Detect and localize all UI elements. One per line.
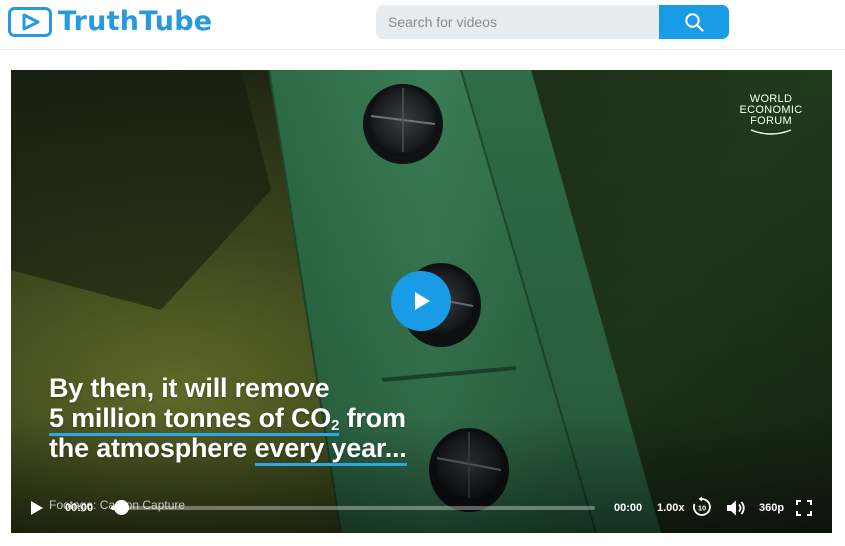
- caption-highlight: every year...: [254, 433, 407, 466]
- rewind-10-button[interactable]: 10: [691, 496, 713, 518]
- player-controls: 00:00 00:00 1.00x 10 360p: [11, 490, 832, 526]
- fullscreen-icon: [796, 500, 812, 516]
- quality-selector[interactable]: 360p: [759, 502, 784, 514]
- duration: 00:00: [614, 502, 643, 514]
- play-square-icon: [8, 7, 52, 37]
- watermark-line: FORUM: [750, 115, 792, 127]
- caption-line-2: 5 million tonnes of CO2 from: [49, 403, 406, 436]
- volume-button[interactable]: [725, 497, 747, 519]
- volume-icon: [727, 500, 745, 516]
- progress-bar[interactable]: [111, 500, 595, 515]
- caption-highlight: 5 million tonnes of CO2: [49, 403, 340, 436]
- logo-text: TruthTube: [58, 6, 213, 37]
- play-icon: [415, 292, 430, 310]
- search-input[interactable]: [376, 5, 659, 39]
- search-icon: [685, 13, 704, 32]
- caption-line-3: the atmosphere every year...: [49, 433, 407, 466]
- search-bar: [376, 5, 729, 39]
- video-caption: By then, it will remove 5 million tonnes…: [49, 373, 407, 466]
- fullscreen-button[interactable]: [794, 498, 814, 518]
- play-icon: [31, 501, 43, 515]
- svg-text:10: 10: [698, 504, 706, 513]
- wef-arc-icon: [750, 129, 792, 135]
- progress-thumb[interactable]: [113, 500, 129, 515]
- big-play-button[interactable]: [391, 271, 451, 331]
- search-button[interactable]: [659, 5, 729, 39]
- top-header: TruthTube: [0, 0, 845, 50]
- video-player[interactable]: WORLD ECONOMIC FORUM By then, it will re…: [11, 70, 832, 533]
- rewind-10-icon: 10: [693, 496, 711, 516]
- play-pause-button[interactable]: [27, 498, 47, 518]
- current-time: 00:00: [65, 502, 94, 514]
- caption-line-1: By then, it will remove: [49, 373, 330, 403]
- world-economic-forum-watermark: WORLD ECONOMIC FORUM: [731, 94, 811, 136]
- playback-speed[interactable]: 1.00x: [657, 502, 685, 514]
- site-logo[interactable]: TruthTube: [8, 7, 212, 37]
